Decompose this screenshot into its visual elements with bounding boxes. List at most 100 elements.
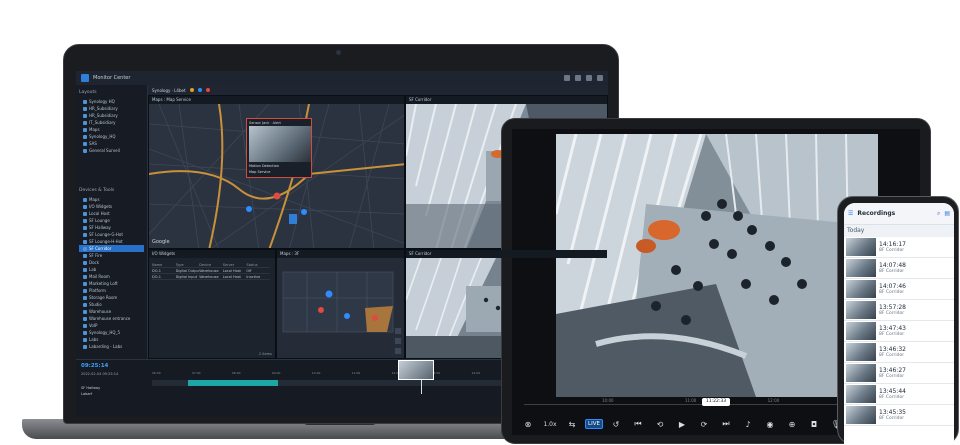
search-icon[interactable]: ⌕: [937, 210, 940, 218]
app-logo-icon: [81, 74, 89, 82]
layout-icon: [83, 127, 87, 132]
tablet-camera-feed[interactable]: [556, 134, 878, 397]
laptop-camera: [336, 50, 341, 55]
sidebar-item-label: VoIP: [89, 323, 98, 328]
sync-icon[interactable]: ⇆: [561, 416, 583, 432]
recording-thumbnail: [846, 280, 876, 298]
list-item[interactable]: 13:47:43 8F Corridor: [844, 321, 954, 342]
sidebar-item-device[interactable]: I/O Widgets: [79, 203, 144, 210]
sidebar-item-device[interactable]: Local Host: [79, 210, 144, 217]
recording-info: 13:57:28 8F Corridor: [879, 304, 906, 316]
sidebar-item-device[interactable]: Maps: [79, 196, 144, 203]
list-item[interactable]: 14:16:17 8F Corridor: [844, 237, 954, 258]
list-item[interactable]: 13:46:27 8F Corridor: [844, 363, 954, 384]
speed-button[interactable]: 1.0x: [539, 416, 561, 432]
sidebar-item-device[interactable]: Synology_HQ_5: [79, 329, 144, 336]
phone-screen: ☰ Recordings ⌕ ▤ Today 14:16:17 8F Corrid…: [844, 203, 954, 445]
list-item[interactable]: 14:07:46 8F Corridor: [844, 279, 954, 300]
step-forward-icon[interactable]: ⏭: [715, 416, 737, 432]
recording-thumbnail: [846, 259, 876, 277]
cell: Warehouse: [199, 268, 219, 273]
sidebar-item-device[interactable]: Warehouse: [79, 308, 144, 315]
replay-icon[interactable]: ⟲: [649, 416, 671, 432]
snapshot-icon[interactable]: ◘: [803, 416, 825, 432]
rewind-icon[interactable]: ↺: [605, 416, 627, 432]
sidebar-item-layout[interactable]: IT_Subsidiary: [79, 119, 144, 126]
camera-icon: [83, 232, 87, 237]
sidebar-item-layout[interactable]: HR_Subsidiary: [79, 112, 144, 119]
ptz-icon[interactable]: ◉: [759, 416, 781, 432]
menu-icon[interactable]: ☰: [848, 210, 853, 217]
list-item[interactable]: 14:07:48 8F Corridor: [844, 258, 954, 279]
layout-icon: [83, 148, 87, 153]
sidebar-item-layout[interactable]: Synology HQ: [79, 98, 144, 105]
timeline-camera-label-2: Labarf: [81, 392, 93, 396]
sidebar-item-layout[interactable]: General Surveil: [79, 147, 144, 154]
tab-layout[interactable]: Synology · L4bet: [152, 88, 186, 93]
notification-icon[interactable]: [564, 75, 570, 81]
map-alert-popup[interactable]: Sensor Jack · Alert Motion Detection Map…: [246, 118, 312, 178]
sidebar-item-device[interactable]: SF Fire: [79, 252, 144, 259]
sidebar-item-label: I/O Widgets: [89, 204, 113, 209]
device-showcase: Monitor Center Layouts Synology HQ HR_Sub…: [0, 0, 960, 445]
io-widgets-pane[interactable]: I/O Widgets Name Type Device Server Stat…: [148, 249, 276, 359]
close-icon[interactable]: ⊗: [517, 416, 539, 432]
table-row[interactable]: DO-1 Digital Input Warehouse Local Host …: [152, 274, 270, 280]
sidebar-item-device[interactable]: SF Lounge: [79, 217, 144, 224]
play-icon[interactable]: ▶: [671, 416, 693, 432]
list-item[interactable]: 13:57:28 8F Corridor: [844, 300, 954, 321]
sidebar-item-device[interactable]: Studio: [79, 301, 144, 308]
camera-marker: [246, 206, 252, 212]
sidebar-item-device[interactable]: Marketing Loft: [79, 280, 144, 287]
list-view-icon[interactable]: ▤: [944, 210, 950, 218]
sidebar-item-device[interactable]: Platform: [79, 287, 144, 294]
recording-time: 13:57:28: [879, 304, 906, 311]
recordings-list: 14:16:17 8F Corridor 14:07:48 8F Corridor 14…: [844, 237, 954, 426]
list-item[interactable]: 13:45:35 8F Corridor: [844, 405, 954, 426]
sidebar-item-device[interactable]: Lab: [79, 266, 144, 273]
recording-time: 14:07:46: [879, 283, 906, 290]
audio-icon[interactable]: ♪: [737, 416, 759, 432]
cell: Digital Output: [175, 268, 200, 273]
sidebar-item-layout[interactable]: SAS: [79, 140, 144, 147]
sidebar-item-device[interactable]: SF Hallway: [79, 224, 144, 231]
io-col-status: Status: [246, 262, 258, 267]
map-pane[interactable]: Maps : Map Service Sensor Jack · Alert M…: [148, 95, 405, 249]
sidebar-item-label: SF Hallway: [89, 225, 111, 230]
sidebar-item-device[interactable]: Mail Room: [79, 273, 144, 280]
close-icon[interactable]: [597, 75, 603, 81]
recording-camera: 8F Corridor: [879, 290, 905, 295]
recording-info: 13:46:27 8F Corridor: [879, 367, 906, 379]
sidebar-item-label: Platform: [89, 288, 106, 293]
sidebar-item-label: Maps: [89, 127, 100, 132]
devices-heading: Devices & Tools: [79, 188, 115, 193]
sidebar-item-device[interactable]: SF Corridor: [79, 245, 144, 252]
recording-camera: 8F Corridor: [879, 248, 905, 253]
recording-camera: 8F Corridor: [879, 395, 905, 400]
list-item[interactable]: 13:45:44 8F Corridor: [844, 384, 954, 405]
sidebar-item-device[interactable]: VoIP: [79, 322, 144, 329]
live-button[interactable]: LIVE: [583, 416, 605, 432]
sidebar-item-device[interactable]: Labs: [79, 336, 144, 343]
sidebar-item-layout[interactable]: Synology_HQ: [79, 133, 144, 140]
sidebar-item-device[interactable]: SF Lounge-G-Hot: [79, 231, 144, 238]
sidebar-item-device[interactable]: SF Lounge-H-Hot: [79, 238, 144, 245]
forward-icon[interactable]: ⟳: [693, 416, 715, 432]
sidebar-item-label: IT_Subsidiary: [89, 120, 116, 125]
sidebar-item-device[interactable]: Storage Room: [79, 294, 144, 301]
minimize-icon[interactable]: [586, 75, 592, 81]
timeline-date: 2022-02-04 09:25:14: [81, 372, 119, 376]
zoom-icon[interactable]: ⊕: [781, 416, 803, 432]
settings-icon[interactable]: [575, 75, 581, 81]
floor-plan-pane[interactable]: Maps : 3F: [276, 249, 405, 359]
camera-icon: [83, 288, 87, 293]
sidebar-item-layout[interactable]: Maps: [79, 126, 144, 133]
sidebar-item-device[interactable]: Labarding - Labs: [79, 343, 144, 350]
sidebar-item-label: Maps: [89, 197, 100, 202]
camera-icon: [83, 197, 87, 202]
sidebar-item-device[interactable]: Dock: [79, 259, 144, 266]
step-back-icon[interactable]: ⏮: [627, 416, 649, 432]
list-item[interactable]: 13:46:32 8F Corridor: [844, 342, 954, 363]
sidebar-item-device[interactable]: Warehouse entrance: [79, 315, 144, 322]
sidebar-item-layout[interactable]: HR_Subsidiary: [79, 105, 144, 112]
